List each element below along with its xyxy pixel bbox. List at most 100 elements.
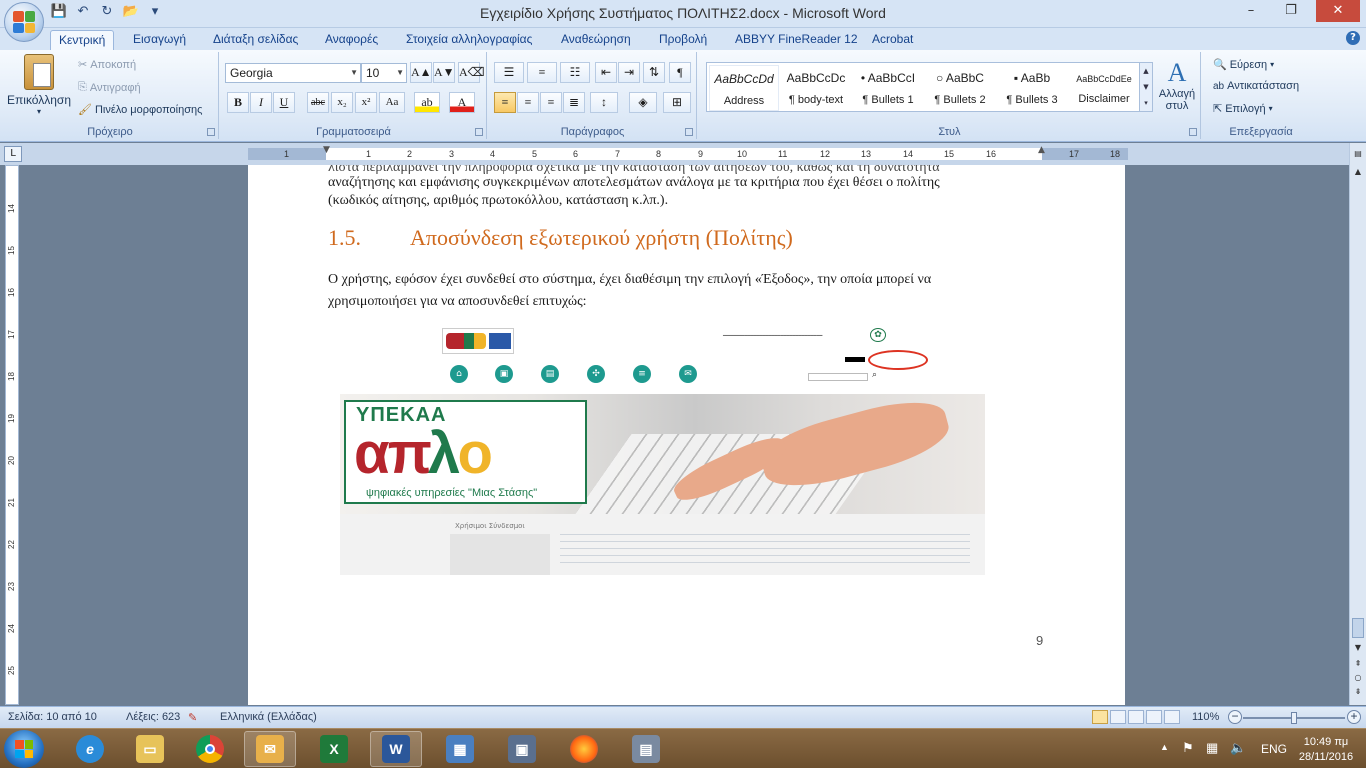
styles-launcher-icon[interactable] <box>1189 128 1197 136</box>
vertical-ruler[interactable]: 14 15 16 17 18 19 20 21 22 23 24 25 <box>5 165 19 705</box>
minimize-button[interactable]: – <box>1236 0 1266 22</box>
increase-indent-button[interactable]: ⇥ <box>618 62 640 83</box>
full-screen-view-button[interactable] <box>1110 710 1126 724</box>
taskbar-control-panel[interactable]: ▦ <box>434 731 486 767</box>
format-painter-button[interactable]: 🖌 Πινέλο μορφοποίησης <box>78 103 202 117</box>
ruler-toggle-icon[interactable]: ▤ <box>1352 149 1364 158</box>
proofing-icon[interactable]: ✎ <box>188 711 197 724</box>
find-button[interactable]: 🔍 Εύρεση ▾ <box>1213 58 1274 72</box>
tab-insert[interactable]: Εισαγωγή <box>125 30 194 50</box>
copy-button[interactable]: ⎘ Αντιγραφή <box>78 81 141 94</box>
restore-button[interactable]: ❐ <box>1276 0 1306 22</box>
cut-button[interactable]: ✂ Αποκοπή <box>78 58 136 72</box>
style-disclaimer[interactable]: AaBbCcDdEe Disclaimer <box>1069 65 1139 111</box>
clear-format-button[interactable]: A⌫ <box>458 62 485 83</box>
zoom-in-icon[interactable]: + <box>1347 710 1361 724</box>
paragraph-launcher-icon[interactable] <box>685 128 693 136</box>
start-button[interactable] <box>4 730 44 768</box>
decrease-indent-button[interactable]: ⇤ <box>595 62 617 83</box>
taskbar-explorer[interactable]: ▭ <box>124 731 176 767</box>
style-bullets-1[interactable]: • AaBbCcI ¶ Bullets 1 <box>853 65 923 111</box>
taskbar-network[interactable]: ▣ <box>496 731 548 767</box>
highlight-button[interactable]: ab <box>414 92 440 113</box>
status-words[interactable]: Λέξεις: 623 <box>126 711 180 723</box>
grow-font-button[interactable]: A▲ <box>410 62 432 83</box>
change-styles-button[interactable]: A Αλλαγή στυλ <box>1157 58 1197 112</box>
zoom-level[interactable]: 110% <box>1192 711 1219 723</box>
draft-view-button[interactable] <box>1164 710 1180 724</box>
multilevel-list-button[interactable]: ☷ <box>560 62 590 83</box>
status-language[interactable]: Ελληνικά (Ελλάδας) <box>220 711 317 723</box>
chevron-down-icon[interactable]: ▼ <box>1140 79 1152 95</box>
zoom-slider-knob[interactable] <box>1291 712 1297 724</box>
browse-object-icon[interactable]: ○ <box>1352 673 1364 682</box>
numbering-button[interactable]: ≡ <box>527 62 557 83</box>
input-language[interactable]: ENG <box>1261 742 1287 768</box>
font-launcher-icon[interactable] <box>475 128 483 136</box>
font-size-combo[interactable]: 10 ▼ <box>361 63 407 83</box>
flag-icon[interactable]: ⚑ <box>1182 740 1194 768</box>
italic-button[interactable]: I <box>250 92 272 113</box>
embedded-screenshot[interactable]: ━━━━━━━━━━━━━━━━━━━━━━━━━━━━━━━━━ ✿ ⌕ ⌂ … <box>340 325 985 575</box>
clipboard-launcher-icon[interactable] <box>207 128 215 136</box>
scroll-down-icon[interactable]: ▼ <box>1352 643 1364 652</box>
tab-mailings[interactable]: Στοιχεία αλληλογραφίας <box>398 30 540 50</box>
next-page-icon[interactable]: ⇟ <box>1352 687 1364 696</box>
network-tray-icon[interactable]: ▦ <box>1206 740 1218 768</box>
superscript-button[interactable]: x² <box>355 92 377 113</box>
align-right-button[interactable]: ≡ <box>540 92 562 113</box>
show-formatting-button[interactable]: ¶ <box>669 62 691 83</box>
outline-view-button[interactable] <box>1146 710 1162 724</box>
tab-selector-button[interactable]: L <box>4 146 22 162</box>
sort-button[interactable]: ⇅ <box>643 62 665 83</box>
justify-button[interactable]: ≣ <box>563 92 585 113</box>
web-layout-view-button[interactable] <box>1128 710 1144 724</box>
chevron-up-icon[interactable]: ▲ <box>1140 63 1152 79</box>
replace-button[interactable]: ab Αντικατάσταση <box>1213 80 1299 92</box>
right-indent-marker-icon[interactable]: ▲ <box>1038 145 1045 155</box>
strikethrough-button[interactable]: abc <box>307 92 329 113</box>
align-center-button[interactable]: ≡ <box>517 92 539 113</box>
change-case-button[interactable]: Aa <box>379 92 405 113</box>
font-name-combo[interactable]: Georgia ▼ <box>225 63 361 83</box>
previous-page-icon[interactable]: ⇞ <box>1352 659 1364 668</box>
volume-icon[interactable]: 🔈 <box>1230 740 1246 768</box>
office-button[interactable] <box>4 2 44 42</box>
print-layout-view-button[interactable] <box>1092 710 1108 724</box>
select-button[interactable]: ⇱ Επιλογή ▾ <box>1213 102 1273 116</box>
bold-button[interactable]: B <box>227 92 249 113</box>
taskbar-calculator[interactable]: ▤ <box>620 731 672 767</box>
scroll-up-icon[interactable]: ▲ <box>1352 167 1364 176</box>
tab-home[interactable]: Κεντρική <box>50 30 115 50</box>
close-button[interactable]: ✕ <box>1316 0 1360 22</box>
style-bullets-3[interactable]: ▪ AaBb ¶ Bullets 3 <box>997 65 1067 111</box>
taskbar-ie[interactable]: e <box>64 731 116 767</box>
line-spacing-button[interactable]: ↕ <box>590 92 618 113</box>
clock[interactable]: 10:49 πμ 28/11/2016 <box>1290 735 1362 765</box>
horizontal-ruler[interactable]: 1 ▼ 1 2 3 4 5 6 7 8 9 10 11 12 13 14 15 … <box>248 145 1128 160</box>
borders-button[interactable]: ⊞ <box>663 92 691 113</box>
align-left-button[interactable]: ≡ <box>494 92 516 113</box>
scrollbar-thumb[interactable] <box>1352 618 1364 638</box>
taskbar-outlook[interactable]: ✉ <box>244 731 296 767</box>
tab-references[interactable]: Αναφορές <box>317 30 386 50</box>
document-page[interactable]: λίστα περιλαμβάνει την πληροφορία σχετικ… <box>248 165 1125 705</box>
tab-abbyy[interactable]: ABBYY FineReader 12 <box>727 30 866 50</box>
style-address[interactable]: AaBbCcDd Address <box>709 65 779 111</box>
help-icon[interactable]: ? <box>1346 31 1360 45</box>
taskbar-firefox[interactable] <box>558 731 610 767</box>
paste-button[interactable]: Επικόλληση ▾ <box>7 54 71 116</box>
zoom-out-icon[interactable]: − <box>1228 710 1242 724</box>
taskbar-excel[interactable]: X <box>308 731 360 767</box>
status-page[interactable]: Σελίδα: 10 από 10 <box>8 711 97 723</box>
shading-button[interactable]: ◈ <box>629 92 657 113</box>
show-hidden-icons-icon[interactable]: ▲ <box>1160 742 1169 768</box>
indent-marker-icon[interactable]: ▼ <box>323 145 330 155</box>
tab-page-layout[interactable]: Διάταξη σελίδας <box>205 30 306 50</box>
font-color-button[interactable]: A <box>449 92 475 113</box>
tab-acrobat[interactable]: Acrobat <box>864 30 921 50</box>
underline-button[interactable]: U <box>273 92 295 113</box>
taskbar-chrome[interactable] <box>184 731 236 767</box>
vertical-scrollbar[interactable]: ▤ ▲ ▼ ⇞ ○ ⇟ <box>1349 143 1366 705</box>
tab-review[interactable]: Αναθεώρηση <box>553 30 639 50</box>
